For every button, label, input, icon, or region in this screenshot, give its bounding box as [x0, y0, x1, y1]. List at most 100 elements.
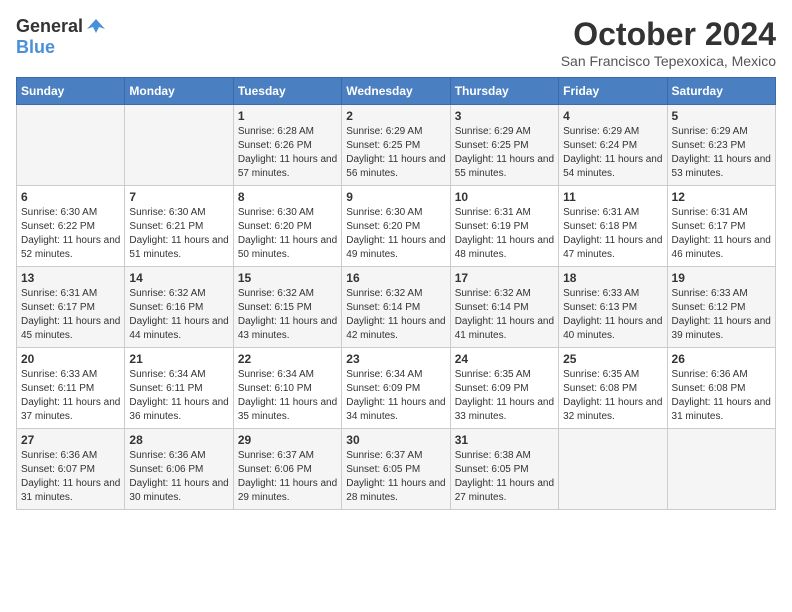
day-info: Sunrise: 6:31 AM Sunset: 6:17 PM Dayligh… — [672, 206, 771, 262]
day-cell: 31 Sunrise: 6:38 AM Sunset: 6:05 PM Dayli… — [450, 429, 558, 510]
day-number: 14 — [129, 271, 228, 285]
day-cell: 15 Sunrise: 6:32 AM Sunset: 6:15 PM Dayli… — [233, 267, 341, 348]
day-info: Sunrise: 6:28 AM Sunset: 6:26 PM Dayligh… — [238, 125, 337, 181]
day-number: 10 — [455, 190, 554, 204]
calendar-body: 1 Sunrise: 6:28 AM Sunset: 6:26 PM Daylig… — [17, 105, 776, 510]
day-info: Sunrise: 6:32 AM Sunset: 6:14 PM Dayligh… — [346, 287, 445, 343]
day-info: Sunrise: 6:31 AM Sunset: 6:17 PM Dayligh… — [21, 287, 120, 343]
title-area: October 2024 San Francisco Tepexoxica, M… — [561, 16, 776, 69]
day-cell: 29Sunrise: 6:37 AM Sunset: 6:06 PM Dayli… — [233, 429, 341, 510]
day-info: Sunrise: 6:34 AM Sunset: 6:09 PM Dayligh… — [346, 368, 445, 424]
logo-bird-icon — [85, 15, 107, 37]
day-cell: 7Sunrise: 6:30 AM Sunset: 6:21 PM Daylig… — [125, 186, 233, 267]
day-cell: 2 Sunrise: 6:29 AM Sunset: 6:25 PM Daylig… — [342, 105, 450, 186]
day-cell: 4Sunrise: 6:29 AM Sunset: 6:24 PM Daylig… — [559, 105, 667, 186]
header-row: SundayMondayTuesdayWednesdayThursdayFrid… — [17, 78, 776, 105]
day-info: Sunrise: 6:29 AM Sunset: 6:25 PM Dayligh… — [455, 125, 554, 181]
day-number: 15 — [238, 271, 337, 285]
day-cell: 6Sunrise: 6:30 AM Sunset: 6:22 PM Daylig… — [17, 186, 125, 267]
day-cell: 18 Sunrise: 6:33 AM Sunset: 6:13 PM Dayli… — [559, 267, 667, 348]
day-info: Sunrise: 6:34 AM Sunset: 6:10 PM Dayligh… — [238, 368, 337, 424]
day-number: 11 — [563, 190, 662, 204]
day-info: Sunrise: 6:38 AM Sunset: 6:05 PM Dayligh… — [455, 449, 554, 505]
day-info: Sunrise: 6:33 AM Sunset: 6:13 PM Dayligh… — [563, 287, 662, 343]
day-number: 25 — [563, 352, 662, 366]
day-info: Sunrise: 6:37 AM Sunset: 6:06 PM Dayligh… — [238, 449, 337, 505]
day-cell: 21Sunrise: 6:34 AM Sunset: 6:11 PM Dayli… — [125, 348, 233, 429]
location-subtitle: San Francisco Tepexoxica, Mexico — [561, 53, 776, 69]
day-number: 30 — [346, 433, 445, 447]
day-number: 26 — [672, 352, 771, 366]
header-cell-sunday: Sunday — [17, 78, 125, 105]
day-cell: 10 Sunrise: 6:31 AM Sunset: 6:19 PM Dayli… — [450, 186, 558, 267]
logo: General Blue — [16, 16, 107, 58]
day-cell: 30 Sunrise: 6:37 AM Sunset: 6:05 PM Dayli… — [342, 429, 450, 510]
day-number: 24 — [455, 352, 554, 366]
day-cell: 11 Sunrise: 6:31 AM Sunset: 6:18 PM Dayli… — [559, 186, 667, 267]
day-info: Sunrise: 6:33 AM Sunset: 6:12 PM Dayligh… — [672, 287, 771, 343]
day-cell: 20 Sunrise: 6:33 AM Sunset: 6:11 PM Dayli… — [17, 348, 125, 429]
day-info: Sunrise: 6:31 AM Sunset: 6:18 PM Dayligh… — [563, 206, 662, 262]
day-number: 8 — [238, 190, 337, 204]
day-cell: 12 Sunrise: 6:31 AM Sunset: 6:17 PM Dayli… — [667, 186, 775, 267]
day-cell — [125, 105, 233, 186]
day-number: 20 — [21, 352, 120, 366]
day-info: Sunrise: 6:30 AM Sunset: 6:22 PM Dayligh… — [21, 206, 120, 262]
day-info: Sunrise: 6:30 AM Sunset: 6:21 PM Dayligh… — [129, 206, 228, 262]
day-number: 2 — [346, 109, 445, 123]
header-cell-monday: Monday — [125, 78, 233, 105]
day-info: Sunrise: 6:34 AM Sunset: 6:11 PM Dayligh… — [129, 368, 228, 424]
day-number: 1 — [238, 109, 337, 123]
week-row: 20 Sunrise: 6:33 AM Sunset: 6:11 PM Dayli… — [17, 348, 776, 429]
day-cell: 27Sunrise: 6:36 AM Sunset: 6:07 PM Dayli… — [17, 429, 125, 510]
day-info: Sunrise: 6:36 AM Sunset: 6:08 PM Dayligh… — [672, 368, 771, 424]
logo-general: General — [16, 16, 83, 37]
day-number: 28 — [129, 433, 228, 447]
header-cell-tuesday: Tuesday — [233, 78, 341, 105]
day-cell: 26 Sunrise: 6:36 AM Sunset: 6:08 PM Dayli… — [667, 348, 775, 429]
calendar-table: SundayMondayTuesdayWednesdayThursdayFrid… — [16, 77, 776, 510]
week-row: 13Sunrise: 6:31 AM Sunset: 6:17 PM Dayli… — [17, 267, 776, 348]
calendar-header: SundayMondayTuesdayWednesdayThursdayFrid… — [17, 78, 776, 105]
day-number: 16 — [346, 271, 445, 285]
day-info: Sunrise: 6:37 AM Sunset: 6:05 PM Dayligh… — [346, 449, 445, 505]
day-cell — [559, 429, 667, 510]
day-info: Sunrise: 6:35 AM Sunset: 6:08 PM Dayligh… — [563, 368, 662, 424]
day-info: Sunrise: 6:36 AM Sunset: 6:06 PM Dayligh… — [129, 449, 228, 505]
day-info: Sunrise: 6:32 AM Sunset: 6:16 PM Dayligh… — [129, 287, 228, 343]
day-number: 3 — [455, 109, 554, 123]
day-cell: 3 Sunrise: 6:29 AM Sunset: 6:25 PM Daylig… — [450, 105, 558, 186]
day-info: Sunrise: 6:30 AM Sunset: 6:20 PM Dayligh… — [346, 206, 445, 262]
day-number: 12 — [672, 190, 771, 204]
day-number: 5 — [672, 109, 771, 123]
day-cell: 22 Sunrise: 6:34 AM Sunset: 6:10 PM Dayli… — [233, 348, 341, 429]
day-number: 19 — [672, 271, 771, 285]
day-cell: 14 Sunrise: 6:32 AM Sunset: 6:16 PM Dayli… — [125, 267, 233, 348]
day-number: 23 — [346, 352, 445, 366]
day-number: 9 — [346, 190, 445, 204]
day-cell: 17Sunrise: 6:32 AM Sunset: 6:14 PM Dayli… — [450, 267, 558, 348]
day-cell: 16 Sunrise: 6:32 AM Sunset: 6:14 PM Dayli… — [342, 267, 450, 348]
day-cell: 28 Sunrise: 6:36 AM Sunset: 6:06 PM Dayli… — [125, 429, 233, 510]
day-info: Sunrise: 6:30 AM Sunset: 6:20 PM Dayligh… — [238, 206, 337, 262]
day-info: Sunrise: 6:35 AM Sunset: 6:09 PM Dayligh… — [455, 368, 554, 424]
day-cell: 9 Sunrise: 6:30 AM Sunset: 6:20 PM Daylig… — [342, 186, 450, 267]
day-number: 27 — [21, 433, 120, 447]
day-number: 31 — [455, 433, 554, 447]
page-header: General Blue October 2024 San Francisco … — [16, 16, 776, 69]
week-row: 27Sunrise: 6:36 AM Sunset: 6:07 PM Dayli… — [17, 429, 776, 510]
logo-blue: Blue — [16, 37, 55, 57]
header-cell-wednesday: Wednesday — [342, 78, 450, 105]
day-cell: 24 Sunrise: 6:35 AM Sunset: 6:09 PM Dayli… — [450, 348, 558, 429]
week-row: 6Sunrise: 6:30 AM Sunset: 6:22 PM Daylig… — [17, 186, 776, 267]
day-info: Sunrise: 6:31 AM Sunset: 6:19 PM Dayligh… — [455, 206, 554, 262]
day-number: 18 — [563, 271, 662, 285]
day-cell: 13Sunrise: 6:31 AM Sunset: 6:17 PM Dayli… — [17, 267, 125, 348]
day-cell: 25 Sunrise: 6:35 AM Sunset: 6:08 PM Dayli… — [559, 348, 667, 429]
day-info: Sunrise: 6:33 AM Sunset: 6:11 PM Dayligh… — [21, 368, 120, 424]
day-info: Sunrise: 6:29 AM Sunset: 6:25 PM Dayligh… — [346, 125, 445, 181]
day-number: 22 — [238, 352, 337, 366]
day-info: Sunrise: 6:32 AM Sunset: 6:15 PM Dayligh… — [238, 287, 337, 343]
day-cell — [667, 429, 775, 510]
day-cell: 23 Sunrise: 6:34 AM Sunset: 6:09 PM Dayli… — [342, 348, 450, 429]
